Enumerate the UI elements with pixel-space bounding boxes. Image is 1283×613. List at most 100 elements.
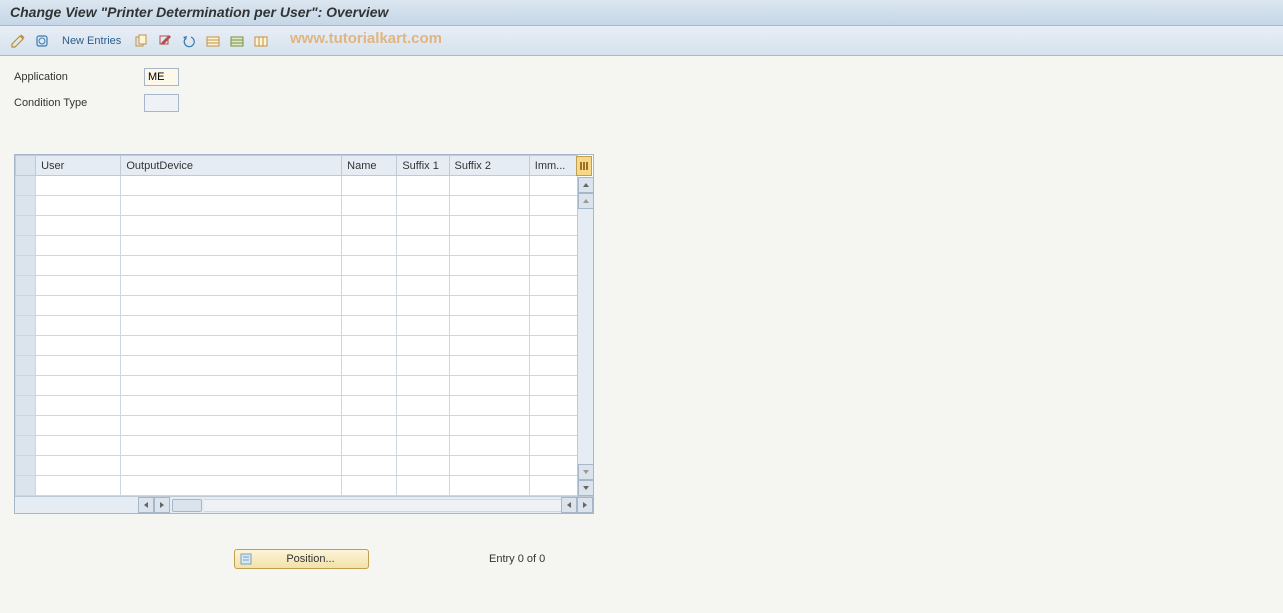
table-cell[interactable] xyxy=(121,216,342,236)
table-cell[interactable] xyxy=(449,236,529,256)
row-selector[interactable] xyxy=(16,176,36,196)
table-row[interactable] xyxy=(16,416,578,436)
table-cell[interactable] xyxy=(397,476,449,496)
table-cell[interactable] xyxy=(449,296,529,316)
scroll-right-button[interactable] xyxy=(154,497,170,513)
table-cell[interactable] xyxy=(342,176,397,196)
table-cell[interactable] xyxy=(121,456,342,476)
scroll-down-button-2[interactable] xyxy=(578,464,594,480)
table-row[interactable] xyxy=(16,336,578,356)
table-cell[interactable] xyxy=(121,236,342,256)
select-block-icon[interactable] xyxy=(227,31,247,51)
table-row[interactable] xyxy=(16,296,578,316)
scroll-left-end-button[interactable] xyxy=(561,497,577,513)
table-cell[interactable] xyxy=(121,416,342,436)
table-cell[interactable] xyxy=(342,216,397,236)
table-cell[interactable] xyxy=(529,316,577,336)
table-cell[interactable] xyxy=(449,356,529,376)
table-cell[interactable] xyxy=(397,236,449,256)
table-cell[interactable] xyxy=(36,316,121,336)
table-cell[interactable] xyxy=(397,216,449,236)
table-cell[interactable] xyxy=(342,296,397,316)
table-cell[interactable] xyxy=(342,456,397,476)
table-cell[interactable] xyxy=(36,216,121,236)
table-cell[interactable] xyxy=(449,476,529,496)
table-cell[interactable] xyxy=(449,336,529,356)
table-cell[interactable] xyxy=(449,456,529,476)
table-cell[interactable] xyxy=(449,396,529,416)
table-cell[interactable] xyxy=(449,256,529,276)
table-cell[interactable] xyxy=(529,456,577,476)
table-cell[interactable] xyxy=(342,476,397,496)
column-header-suffix1[interactable]: Suffix 1 xyxy=(397,156,449,176)
row-selector[interactable] xyxy=(16,196,36,216)
table-cell[interactable] xyxy=(529,256,577,276)
table-cell[interactable] xyxy=(529,376,577,396)
row-selector[interactable] xyxy=(16,236,36,256)
column-header-imm[interactable]: Imm... xyxy=(529,156,577,176)
table-cell[interactable] xyxy=(342,276,397,296)
table-cell[interactable] xyxy=(121,296,342,316)
table-cell[interactable] xyxy=(397,436,449,456)
table-cell[interactable] xyxy=(529,396,577,416)
table-row[interactable] xyxy=(16,376,578,396)
row-selector[interactable] xyxy=(16,256,36,276)
deselect-all-icon[interactable] xyxy=(251,31,271,51)
table-cell[interactable] xyxy=(529,216,577,236)
configure-columns-button[interactable] xyxy=(576,156,592,176)
table-row[interactable] xyxy=(16,456,578,476)
table-cell[interactable] xyxy=(36,176,121,196)
table-row[interactable] xyxy=(16,356,578,376)
table-cell[interactable] xyxy=(36,236,121,256)
table-cell[interactable] xyxy=(529,476,577,496)
table-cell[interactable] xyxy=(449,376,529,396)
scroll-up-button[interactable] xyxy=(578,177,594,193)
table-row[interactable] xyxy=(16,196,578,216)
table-row[interactable] xyxy=(16,176,578,196)
scroll-right-end-button[interactable] xyxy=(577,497,593,513)
table-cell[interactable] xyxy=(397,396,449,416)
row-selector[interactable] xyxy=(16,316,36,336)
condition-type-input[interactable] xyxy=(144,94,179,112)
table-cell[interactable] xyxy=(342,236,397,256)
row-selector[interactable] xyxy=(16,436,36,456)
table-cell[interactable] xyxy=(397,196,449,216)
row-selector[interactable] xyxy=(16,356,36,376)
table-cell[interactable] xyxy=(397,316,449,336)
table-cell[interactable] xyxy=(529,176,577,196)
select-all-icon[interactable] xyxy=(203,31,223,51)
table-cell[interactable] xyxy=(397,356,449,376)
hscroll-thumb[interactable] xyxy=(172,499,202,512)
table-cell[interactable] xyxy=(449,276,529,296)
other-view-icon[interactable] xyxy=(32,31,52,51)
table-cell[interactable] xyxy=(449,416,529,436)
column-header-name[interactable]: Name xyxy=(342,156,397,176)
delete-icon[interactable] xyxy=(155,31,175,51)
row-selector[interactable] xyxy=(16,396,36,416)
table-cell[interactable] xyxy=(342,356,397,376)
table-cell[interactable] xyxy=(342,316,397,336)
table-cell[interactable] xyxy=(36,396,121,416)
column-header-user[interactable]: User xyxy=(36,156,121,176)
table-cell[interactable] xyxy=(529,276,577,296)
copy-icon[interactable] xyxy=(131,31,151,51)
row-selector[interactable] xyxy=(16,456,36,476)
table-cell[interactable] xyxy=(121,336,342,356)
row-selector[interactable] xyxy=(16,376,36,396)
display-change-icon[interactable] xyxy=(8,31,28,51)
row-selector[interactable] xyxy=(16,416,36,436)
table-cell[interactable] xyxy=(121,396,342,416)
row-selector-header[interactable] xyxy=(16,156,36,176)
table-cell[interactable] xyxy=(36,416,121,436)
table-row[interactable] xyxy=(16,256,578,276)
row-selector[interactable] xyxy=(16,216,36,236)
row-selector[interactable] xyxy=(16,476,36,496)
table-cell[interactable] xyxy=(36,356,121,376)
row-selector[interactable] xyxy=(16,336,36,356)
position-button[interactable]: Position... xyxy=(234,549,369,569)
table-cell[interactable] xyxy=(449,196,529,216)
table-cell[interactable] xyxy=(121,376,342,396)
scroll-up-button-2[interactable] xyxy=(578,193,594,209)
table-cell[interactable] xyxy=(121,256,342,276)
table-cell[interactable] xyxy=(529,356,577,376)
